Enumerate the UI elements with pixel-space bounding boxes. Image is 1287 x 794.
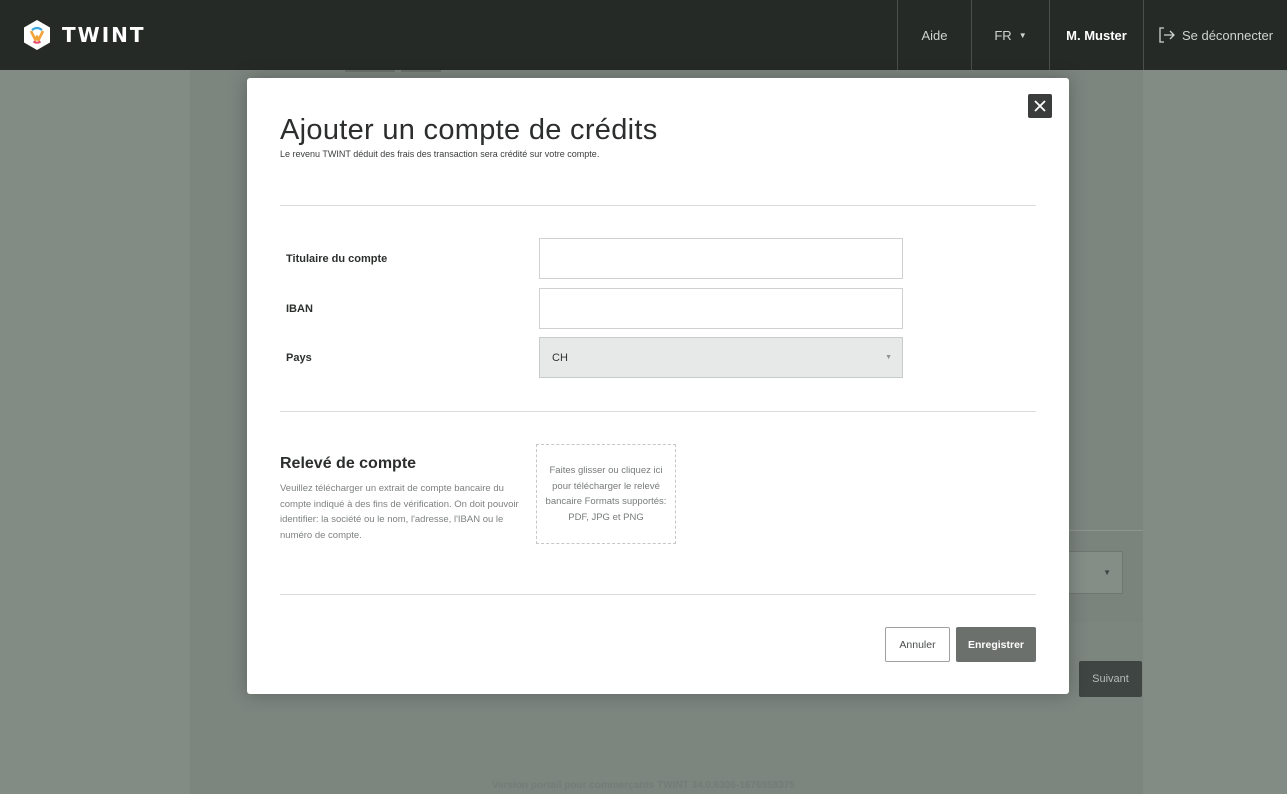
- divider: [280, 411, 1036, 412]
- close-icon: [1034, 100, 1046, 112]
- close-button[interactable]: [1028, 94, 1052, 118]
- top-navigation-bar: TWINT Aide FR ▼ M. Muster Se déconnecter: [0, 0, 1287, 70]
- chevron-down-icon: ▼: [885, 354, 892, 361]
- save-button[interactable]: Enregistrer: [956, 627, 1036, 662]
- logout-button[interactable]: Se déconnecter: [1143, 0, 1287, 70]
- version-footer: Version portail pour commerçants TWINT 3…: [492, 780, 795, 791]
- twint-logo-icon: [24, 20, 50, 50]
- language-label: FR: [994, 27, 1012, 43]
- logout-icon: [1159, 27, 1175, 43]
- dialog-title: Ajouter un compte de crédits: [280, 114, 658, 146]
- bank-statement-description: Veuillez télécharger un extrait de compt…: [280, 483, 519, 541]
- country-select-value: CH: [552, 351, 568, 364]
- logout-label: Se déconnecter: [1181, 27, 1274, 43]
- chevron-down-icon: ▼: [1018, 30, 1027, 40]
- iban-input[interactable]: [539, 288, 903, 329]
- background-select: ▼: [1069, 551, 1123, 594]
- dialog-subtitle: Le revenu TWINT déduit des frais des tra…: [280, 149, 600, 159]
- country-select[interactable]: CH ▼: [539, 337, 903, 378]
- country-label: Pays: [286, 352, 312, 364]
- background-next-button: Suivant: [1079, 661, 1142, 697]
- iban-label: IBAN: [286, 303, 313, 315]
- dropzone-text: Faites glisser ou cliquez ici pour téléc…: [545, 465, 667, 523]
- account-holder-input[interactable]: [539, 238, 903, 279]
- header-nav: Aide FR ▼ M. Muster Se déconnecter: [897, 0, 1287, 70]
- divider: [280, 205, 1036, 206]
- background-text-fragment: [345, 70, 505, 78]
- bank-statement-upload-dropzone[interactable]: Faites glisser ou cliquez ici pour téléc…: [536, 444, 676, 544]
- brand-logo[interactable]: TWINT: [22, 19, 146, 51]
- divider: [280, 594, 1036, 595]
- language-dropdown[interactable]: FR ▼: [971, 0, 1049, 70]
- bank-statement-heading: Relevé de compte: [280, 455, 417, 472]
- cancel-button[interactable]: Annuler: [885, 627, 950, 662]
- account-holder-label: Titulaire du compte: [286, 253, 388, 265]
- add-credit-account-dialog: Ajouter un compte de crédits Le revenu T…: [247, 78, 1069, 694]
- chevron-down-icon: ▼: [1103, 568, 1111, 577]
- user-name[interactable]: M. Muster: [1049, 0, 1143, 70]
- brand-name: TWINT: [62, 23, 146, 47]
- help-link[interactable]: Aide: [897, 0, 971, 70]
